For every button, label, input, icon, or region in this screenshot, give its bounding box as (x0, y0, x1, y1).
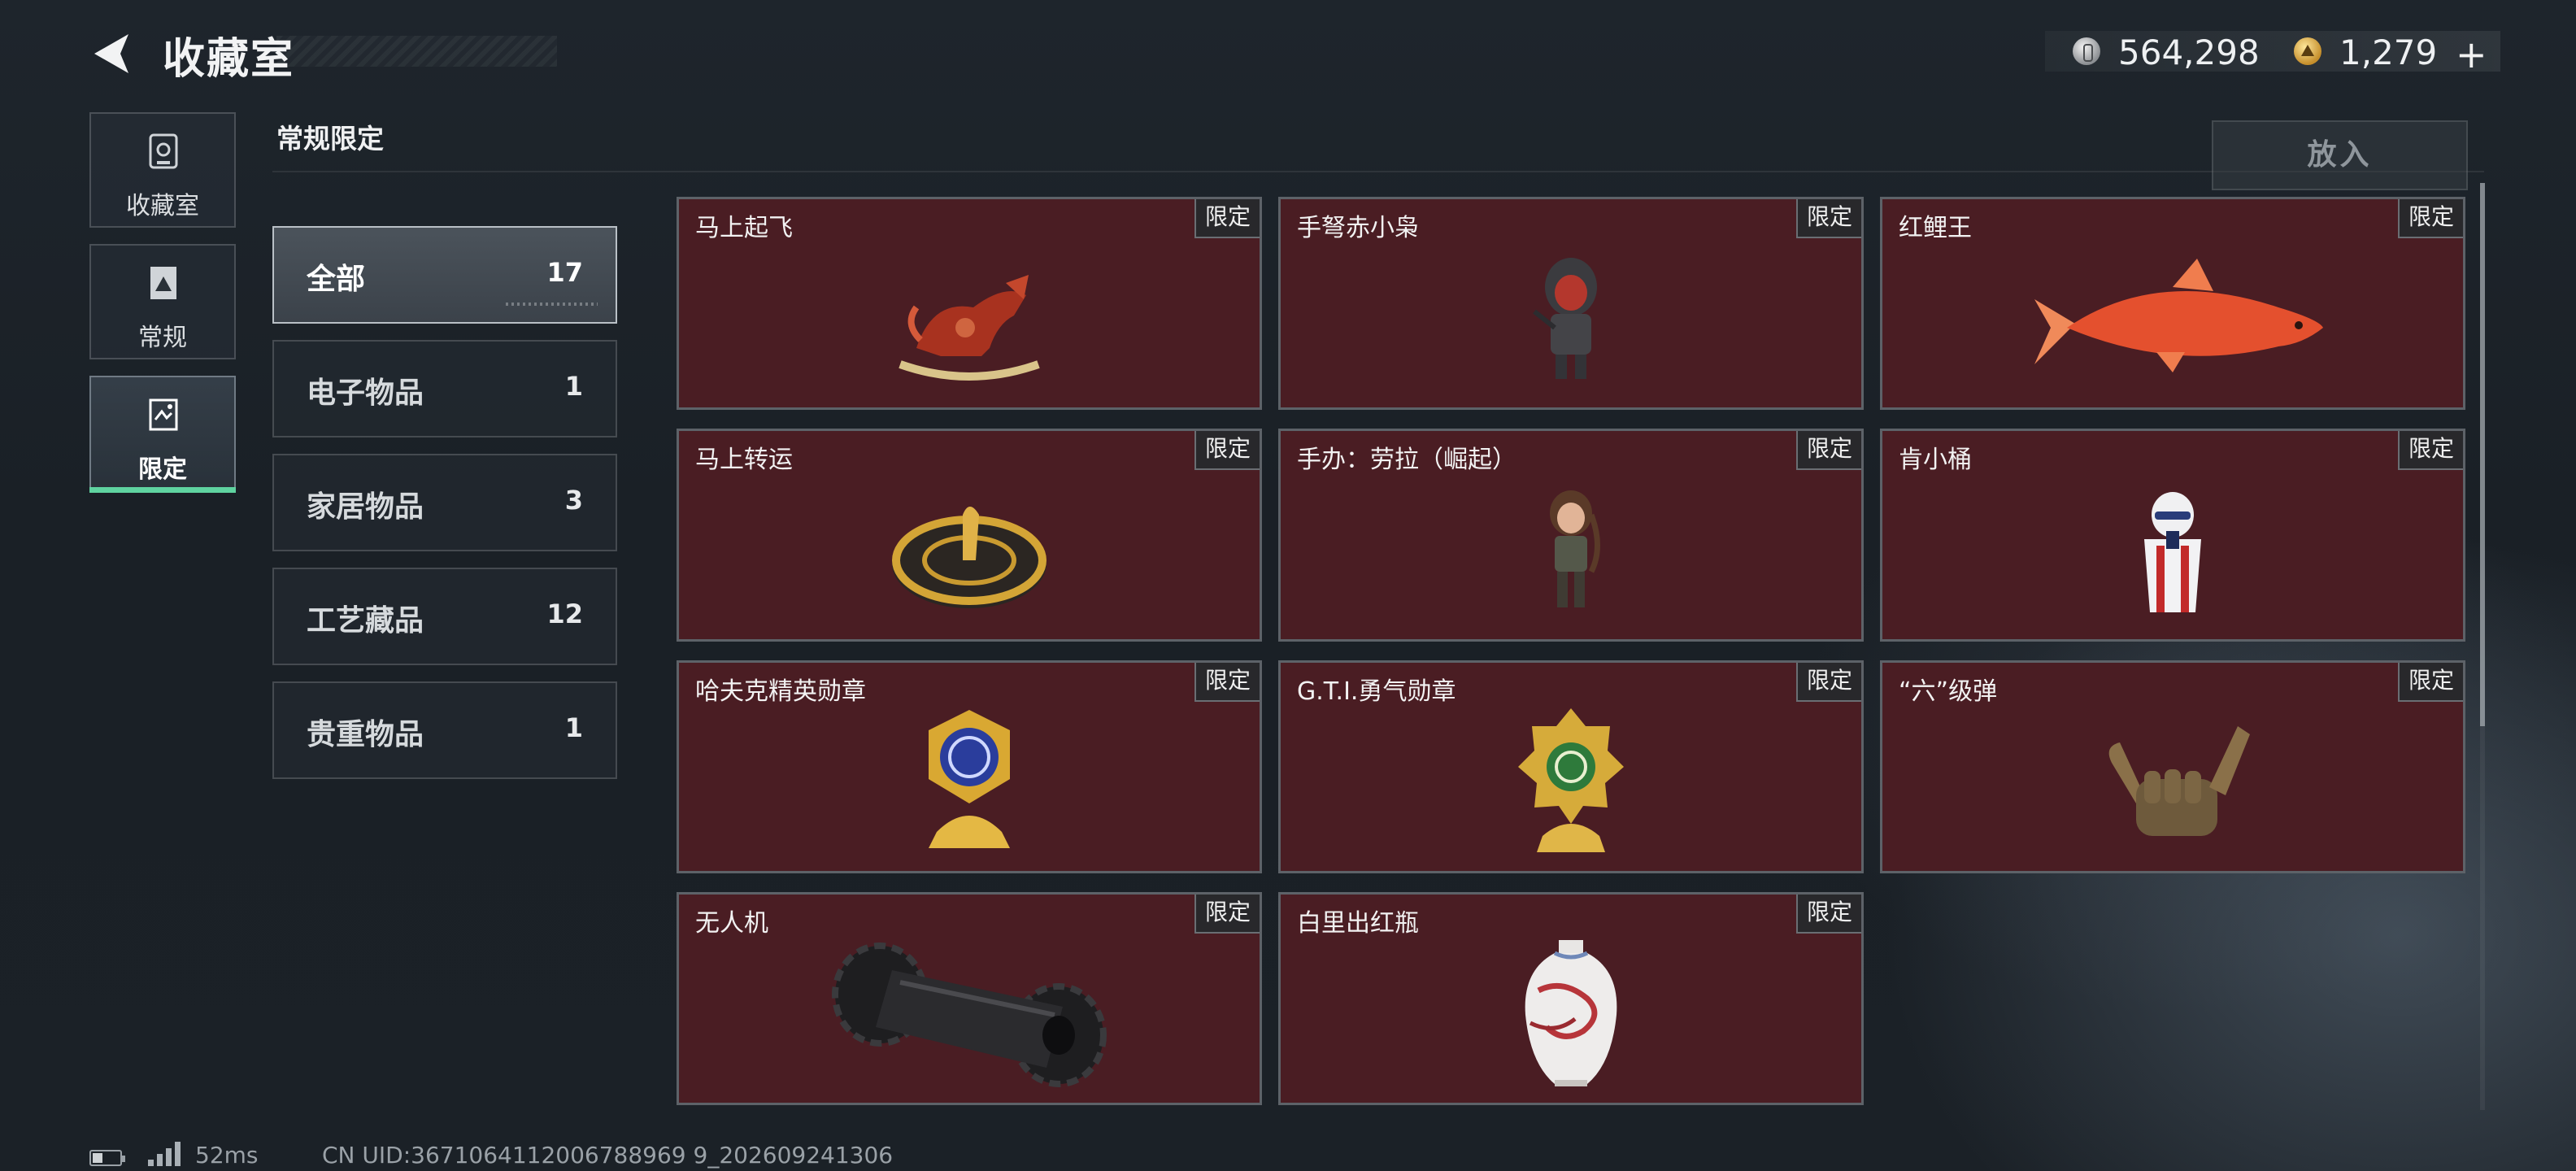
back-arrow-icon[interactable] (88, 31, 137, 76)
sidebar-item-label: 限定 (138, 455, 187, 484)
section-title: 常规限定 (276, 123, 384, 155)
category-count: 1 (564, 371, 583, 402)
silver-balance: 564,298 (2118, 33, 2260, 72)
sidebar-item-label: 常规 (138, 324, 187, 352)
collection-icon (149, 133, 178, 169)
item-card[interactable]: 手弩赤小枭 限定 (1278, 197, 1864, 410)
page-title: 收藏室 (163, 35, 295, 84)
category-name: 家居物品 (307, 490, 424, 524)
silver-coin-icon (2073, 37, 2100, 65)
category-name: 贵重物品 (307, 718, 424, 751)
category-electronics[interactable]: 电子物品 1 (272, 340, 617, 437)
section-divider (272, 171, 2484, 172)
sidebar-item-limited[interactable]: 限定 (89, 376, 236, 493)
category-name: 工艺藏品 (307, 604, 424, 638)
add-currency-icon[interactable]: + (2456, 33, 2487, 76)
item-card[interactable]: 红鲤王 限定 (1880, 197, 2465, 410)
item-card[interactable]: 无人机 限定 (677, 892, 1262, 1105)
gold-coin-icon (2294, 37, 2321, 65)
selected-indicator (89, 487, 236, 493)
item-card[interactable]: “六”级弹 限定 (1880, 660, 2465, 873)
rocking-horse-icon (899, 275, 1040, 381)
porcelain-vase-icon (1525, 940, 1617, 1086)
compass-disc-icon (892, 507, 1046, 608)
item-card[interactable]: 马上起飞 限定 (677, 197, 1262, 410)
drone-roller-icon (832, 942, 1107, 1087)
scrollbar-thumb[interactable] (2480, 183, 2485, 726)
sidebar-item-label: 收藏室 (126, 192, 199, 220)
adventurer-figure-icon (1550, 490, 1600, 607)
item-card[interactable]: 马上转运 限定 (677, 429, 1262, 642)
category-home[interactable]: 家居物品 3 (272, 454, 617, 551)
item-card[interactable]: 手办：劳拉（崛起） 限定 (1278, 429, 1864, 642)
user-uid: CN UID:3671064112006788969 9_20260924130… (322, 1142, 894, 1169)
put-in-button[interactable]: 放入 (2212, 120, 2468, 190)
limited-icon (149, 398, 178, 431)
item-card[interactable]: 白里出红瓶 限定 (1278, 892, 1864, 1105)
category-name: 全部 (307, 263, 366, 296)
item-card[interactable]: 肯小桶 限定 (1880, 429, 2465, 642)
battery-icon (89, 1150, 125, 1166)
title-decoration (276, 36, 557, 67)
sidebar-item-collection[interactable]: 收藏室 (89, 112, 236, 228)
category-all[interactable]: 全部 17 (272, 226, 617, 324)
green-medal-icon (1518, 708, 1624, 852)
ping-readout: 52ms (195, 1142, 259, 1169)
gold-balance: 1,279 (2339, 33, 2438, 72)
sidebar-item-regular[interactable]: 常规 (89, 244, 236, 359)
category-valuables[interactable]: 贵重物品 1 (272, 681, 617, 779)
hooded-figure-icon (1533, 258, 1597, 379)
category-count: 3 (564, 485, 583, 516)
category-count: 12 (546, 599, 583, 629)
item-card[interactable]: 哈夫克精英勋章 限定 (677, 660, 1262, 873)
regular-icon (150, 267, 176, 299)
item-card[interactable]: G.T.I.勇气勋章 限定 (1278, 660, 1864, 873)
blue-medal-icon (929, 710, 1010, 848)
category-crafts[interactable]: 工艺藏品 12 (272, 568, 617, 665)
category-name: 电子物品 (307, 377, 424, 410)
hand-gesture-icon (2108, 726, 2250, 836)
currency-bar: 564,298 1,279 + (2045, 31, 2500, 76)
koi-fish-icon (2034, 259, 2323, 372)
colonel-bucket-icon (2144, 492, 2201, 612)
category-count: 1 (564, 712, 583, 743)
signal-icon (148, 1142, 184, 1166)
category-count: 17 (546, 257, 583, 288)
